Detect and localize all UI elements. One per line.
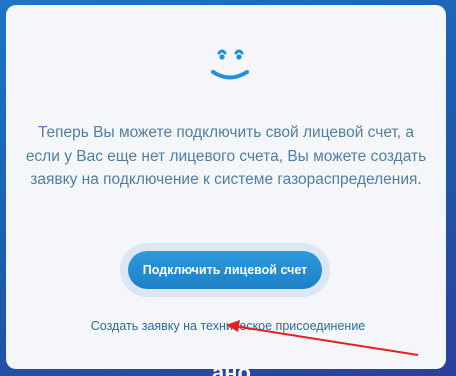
smiley-face-icon [211,49,249,80]
bottom-logo: ано [212,362,251,376]
create-request-link[interactable]: Создать заявку на техническое присоедине… [0,319,456,333]
connect-account-button[interactable]: Подключить лицевой счет [128,251,322,289]
content-card: Теперь Вы можете подключить свой лицевой… [6,5,446,369]
info-message: Теперь Вы можете подключить свой лицевой… [25,124,427,188]
